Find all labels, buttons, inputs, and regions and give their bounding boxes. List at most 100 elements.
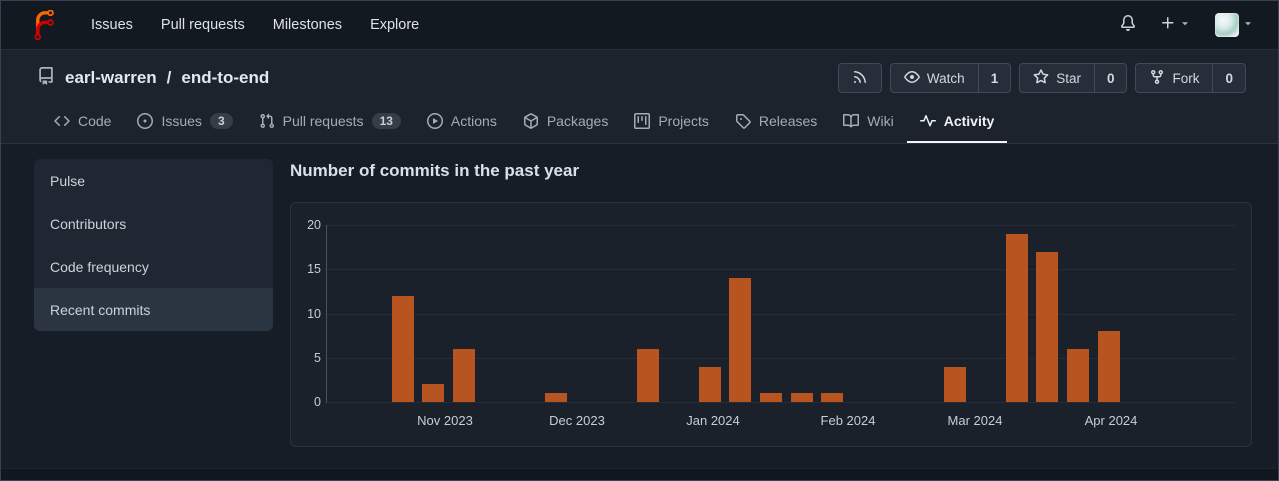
navbar-link-milestones[interactable]: Milestones <box>273 17 342 33</box>
tab-projects[interactable]: Projects <box>621 101 722 143</box>
grid-line <box>325 225 1235 226</box>
tab-actions[interactable]: Actions <box>414 101 510 143</box>
package-icon <box>523 113 539 129</box>
forgejo-logo-icon <box>34 10 54 40</box>
tab-issues-label: Issues <box>161 113 202 129</box>
navbar-links: Issues Pull requests Milestones Explore <box>91 17 419 33</box>
y-axis-tick-label: 5 <box>314 351 321 365</box>
chart-card: 20 15 10 5 0 Nov 2023 Dec 2023 Jan 2024 Feb 2024… <box>290 202 1252 447</box>
navbar-link-explore[interactable]: Explore <box>370 17 419 33</box>
bell-icon <box>1120 14 1136 36</box>
commit-bar <box>760 393 782 402</box>
y-axis-tick-label: 20 <box>307 218 321 232</box>
tab-code[interactable]: Code <box>41 101 124 143</box>
project-icon <box>634 113 651 129</box>
repo-tabs: Code Issues 3 Pull requests 13 Actions Package… <box>1 101 1278 143</box>
commit-bar <box>821 393 843 402</box>
repo-path-separator: / <box>166 68 172 87</box>
tab-releases[interactable]: Releases <box>722 101 830 143</box>
x-axis-tick-label: Nov 2023 <box>417 413 473 428</box>
forgejo-logo[interactable] <box>29 10 59 40</box>
page-body: Pulse Contributors Code frequency Recent co… <box>1 144 1278 468</box>
page: Issues Pull requests Milestones Explore ear… <box>0 0 1279 481</box>
book-icon <box>843 113 860 129</box>
user-menu-button[interactable] <box>1215 13 1254 37</box>
tab-releases-label: Releases <box>758 113 818 129</box>
watch-button[interactable]: Watch 1 <box>889 63 1012 93</box>
commit-bar <box>791 393 813 402</box>
pulse-icon <box>919 113 936 129</box>
repo-icon <box>37 66 55 90</box>
y-axis-line <box>326 225 327 403</box>
commit-bar <box>944 367 966 402</box>
footer-strip <box>1 468 1278 480</box>
sidebar-item-recent-commits[interactable]: Recent commits <box>34 288 273 331</box>
issue-opened-icon <box>137 113 154 129</box>
commit-bar <box>1098 331 1120 402</box>
sidebar-item-pulse[interactable]: Pulse <box>34 159 273 202</box>
caret-down-icon <box>1179 16 1191 34</box>
navbar-right <box>1120 13 1254 37</box>
commit-bar <box>1067 349 1089 402</box>
commit-bar <box>699 367 721 402</box>
y-axis-tick-label: 0 <box>314 395 321 409</box>
repo-name-link[interactable]: end-to-end <box>181 68 269 88</box>
star-label: Star <box>1056 70 1081 86</box>
watch-label: Watch <box>926 70 965 86</box>
commit-bar <box>637 349 659 402</box>
navbar: Issues Pull requests Milestones Explore <box>1 1 1278 50</box>
commit-bar <box>422 384 444 402</box>
tab-packages-label: Packages <box>546 113 609 129</box>
fork-button[interactable]: Fork 0 <box>1135 63 1246 93</box>
git-pull-request-icon <box>259 113 275 129</box>
x-axis-tick-label: Feb 2024 <box>820 413 876 428</box>
tab-pull-requests-label: Pull requests <box>282 113 364 129</box>
x-axis-tick-label: Dec 2023 <box>549 413 605 428</box>
main-content: Number of commits in the past year 20 15 1… <box>290 159 1252 447</box>
x-axis-tick-label: Mar 2024 <box>947 413 1003 428</box>
tab-issues[interactable]: Issues 3 <box>124 101 245 143</box>
y-axis-tick-label: 15 <box>307 262 321 276</box>
issues-count-badge: 3 <box>209 113 233 129</box>
repo-owner-link[interactable]: earl-warren <box>65 68 157 88</box>
sidebar-item-code-frequency[interactable]: Code frequency <box>34 245 273 288</box>
commits-bar-chart: 20 15 10 5 0 Nov 2023 Dec 2023 Jan 2024 Feb 2024… <box>291 203 1251 446</box>
tab-activity[interactable]: Activity <box>906 101 1008 143</box>
watch-count[interactable]: 1 <box>977 64 1011 92</box>
tag-icon <box>735 113 751 129</box>
rss-icon <box>852 69 868 88</box>
fork-count[interactable]: 0 <box>1212 64 1245 92</box>
tab-projects-label: Projects <box>658 113 709 129</box>
x-axis-tick-label: Jan 2024 <box>686 413 740 428</box>
chart-title: Number of commits in the past year <box>290 161 580 180</box>
grid-line <box>325 269 1235 270</box>
eye-icon <box>904 69 920 88</box>
commit-bar <box>392 296 414 402</box>
tab-activity-label: Activity <box>943 113 995 129</box>
x-axis-tick-label: Apr 2024 <box>1084 413 1138 428</box>
tab-wiki[interactable]: Wiki <box>830 101 906 143</box>
sidebar-item-contributors[interactable]: Contributors <box>34 202 273 245</box>
star-button[interactable]: Star 0 <box>1019 63 1128 93</box>
navbar-left: Issues Pull requests Milestones Explore <box>29 10 419 40</box>
star-icon <box>1033 68 1049 88</box>
tab-pull-requests[interactable]: Pull requests 13 <box>246 101 414 143</box>
repo-header: earl-warren / end-to-end Watch 1 Star 0 Fork… <box>1 50 1278 144</box>
play-icon <box>426 113 443 129</box>
tab-wiki-label: Wiki <box>867 113 894 129</box>
rss-button[interactable] <box>837 63 882 93</box>
create-new-button[interactable] <box>1160 15 1191 36</box>
y-axis-tick-label: 10 <box>307 307 321 321</box>
grid-line <box>325 402 1235 403</box>
tab-actions-label: Actions <box>450 113 497 129</box>
navbar-link-issues[interactable]: Issues <box>91 17 133 33</box>
star-count[interactable]: 0 <box>1093 64 1127 92</box>
repo-actions: Watch 1 Star 0 Fork 0 <box>837 63 1246 93</box>
commit-bar <box>453 349 475 402</box>
tab-packages[interactable]: Packages <box>510 101 621 143</box>
fork-icon <box>1149 69 1165 88</box>
commit-bar <box>1006 234 1028 402</box>
notifications-button[interactable] <box>1120 14 1136 36</box>
navbar-link-pull-requests[interactable]: Pull requests <box>161 17 245 33</box>
plus-icon <box>1160 15 1176 36</box>
